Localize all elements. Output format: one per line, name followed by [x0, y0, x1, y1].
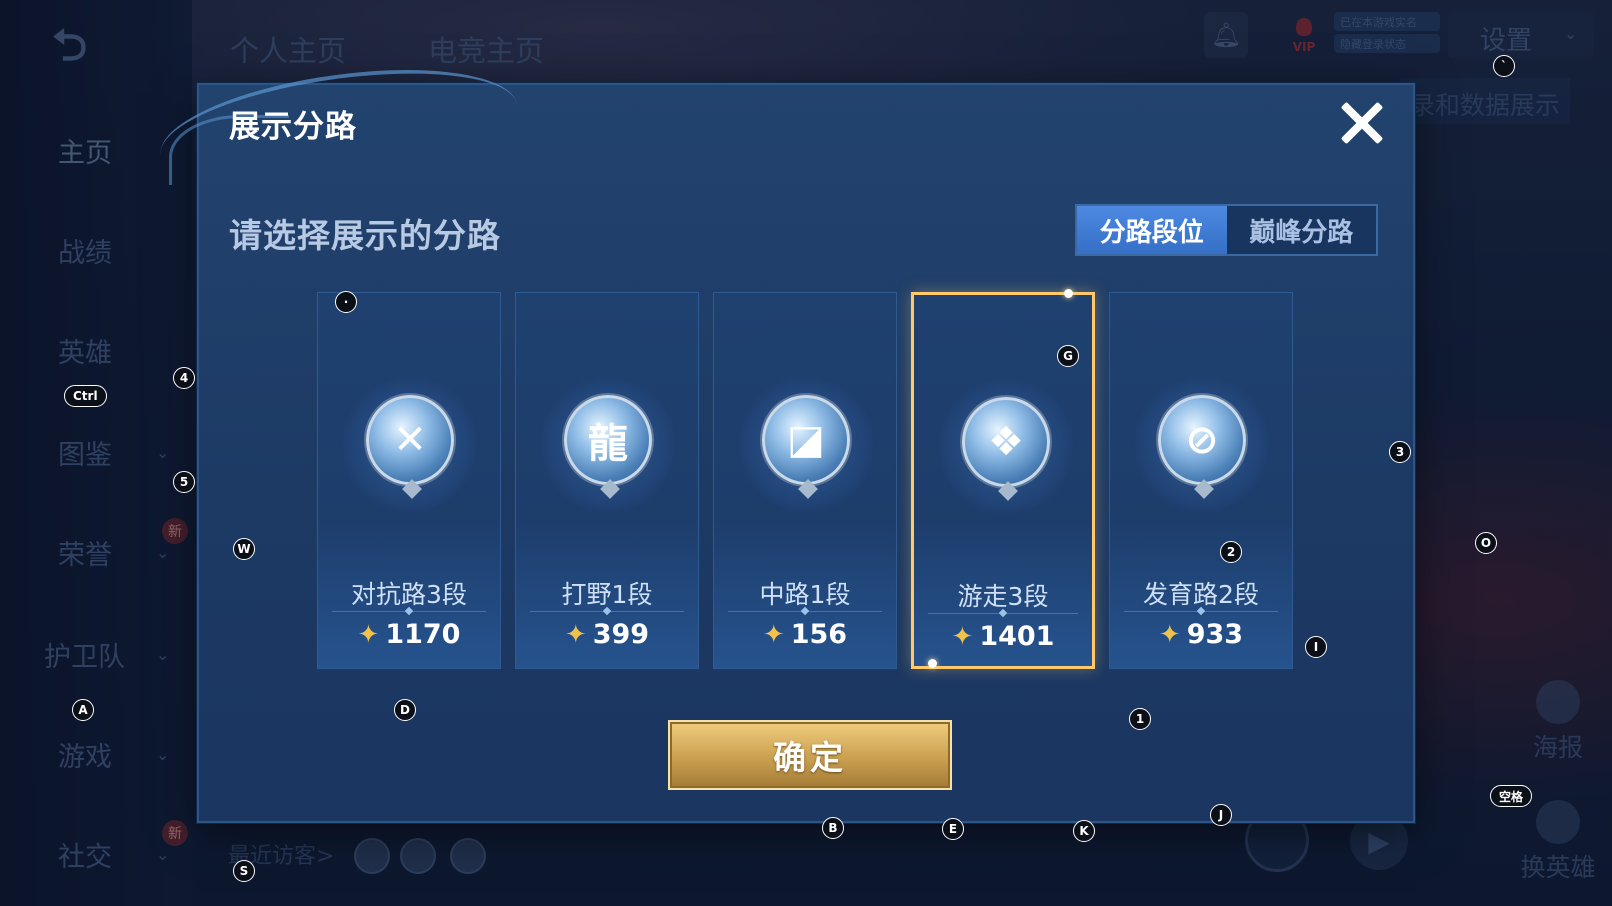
divider	[1124, 611, 1278, 612]
key-hint: 4	[173, 367, 195, 389]
key-hint: S	[233, 860, 255, 882]
badge-ring: ✕	[366, 395, 454, 485]
score-value: 1401	[979, 621, 1055, 652]
lane-display-dialog: 展示分路 请选择展示的分路 分路段位 巅峰分路 ✕ 对抗路3段 ✦ 1170 龍…	[153, 50, 1415, 823]
key-hint: 3	[1389, 441, 1411, 463]
flame-icon: ✦	[564, 619, 587, 650]
dialog-title: 展示分路	[229, 109, 357, 145]
key-hint: B	[822, 817, 844, 839]
key-hint: A	[72, 699, 94, 721]
key-hint: ·	[335, 291, 357, 313]
lane-card-clash[interactable]: ✕ 对抗路3段 ✦ 1170	[317, 292, 501, 669]
flame-icon: ✦	[951, 621, 974, 652]
lane-score: ✦ 1170	[318, 619, 500, 650]
key-hint: 5	[173, 471, 195, 493]
roam-wings-icon: ❖	[938, 379, 1074, 515]
key-hint: J	[1210, 804, 1232, 826]
confirm-button[interactable]: 确定	[668, 720, 952, 790]
dialog-subtitle: 请选择展示的分路	[229, 216, 501, 255]
badge-ring: 龍	[564, 395, 652, 485]
mid-lane-icon: ◪	[738, 377, 874, 513]
badge-ring: ◪	[762, 395, 850, 485]
badge-glyph: ❖	[988, 419, 1024, 465]
badge-ring: ⊘	[1158, 395, 1246, 485]
divider	[728, 611, 882, 612]
score-value: 933	[1186, 619, 1244, 650]
flame-icon: ✦	[357, 619, 380, 650]
selection-glint	[928, 659, 937, 668]
lane-card-farm[interactable]: ⊘ 发育路2段 ✦ 933	[1109, 292, 1293, 669]
farm-lane-icon: ⊘	[1134, 377, 1270, 513]
clash-lane-icon: ✕	[342, 377, 478, 513]
divider	[928, 613, 1078, 614]
badge-ring: ❖	[962, 397, 1050, 487]
badge-glyph: ⊘	[1185, 417, 1219, 463]
key-hint: E	[942, 818, 964, 840]
score-value: 156	[790, 619, 848, 650]
close-icon[interactable]	[1336, 97, 1386, 147]
lane-score: ✦ 399	[516, 619, 698, 650]
lane-name: 中路1段	[759, 580, 851, 609]
lane-score: ✦ 1401	[914, 621, 1092, 652]
divider	[332, 611, 486, 612]
key-hint: W	[233, 538, 255, 560]
key-hint: K	[1073, 820, 1095, 842]
key-hint: G	[1057, 345, 1079, 367]
flame-icon: ✦	[1158, 619, 1181, 650]
lane-score: ✦ 933	[1110, 619, 1292, 650]
lane-name: 游走3段	[957, 582, 1049, 611]
tab-lane-rank[interactable]: 分路段位	[1077, 206, 1227, 254]
key-hint: I	[1305, 636, 1327, 658]
lane-card-mid[interactable]: ◪ 中路1段 ✦ 156	[713, 292, 897, 669]
lane-name: 对抗路3段	[351, 580, 467, 609]
key-hint: 2	[1220, 541, 1242, 563]
score-value: 1170	[385, 619, 461, 650]
lane-card-list: ✕ 对抗路3段 ✦ 1170 龍 打野1段 ✦ 399 ◪ 中路1段 ✦ 156…	[317, 289, 1299, 672]
key-hint: Ctrl	[64, 385, 107, 407]
key-hint: `	[1493, 55, 1515, 77]
lane-type-switch: 分路段位 巅峰分路	[1075, 204, 1378, 256]
selection-glint	[1064, 289, 1073, 298]
divider	[530, 611, 684, 612]
lane-name: 发育路2段	[1143, 580, 1259, 609]
key-hint: 1	[1129, 708, 1151, 730]
lane-name: 打野1段	[561, 580, 653, 609]
key-hint: O	[1475, 532, 1497, 554]
lane-score: ✦ 156	[714, 619, 896, 650]
key-hint: 空格	[1490, 785, 1533, 807]
jungle-dragon-icon: 龍	[540, 377, 676, 513]
score-value: 399	[592, 619, 650, 650]
lane-card-jungle[interactable]: 龍 打野1段 ✦ 399	[515, 292, 699, 669]
badge-glyph: 龍	[588, 421, 628, 467]
flame-icon: ✦	[762, 619, 785, 650]
confirm-label: 确定	[773, 738, 847, 777]
key-hint: D	[394, 699, 416, 721]
badge-glyph: ✕	[393, 417, 427, 463]
tab-peak-lane[interactable]: 巅峰分路	[1227, 206, 1377, 254]
badge-glyph: ◪	[787, 417, 825, 463]
